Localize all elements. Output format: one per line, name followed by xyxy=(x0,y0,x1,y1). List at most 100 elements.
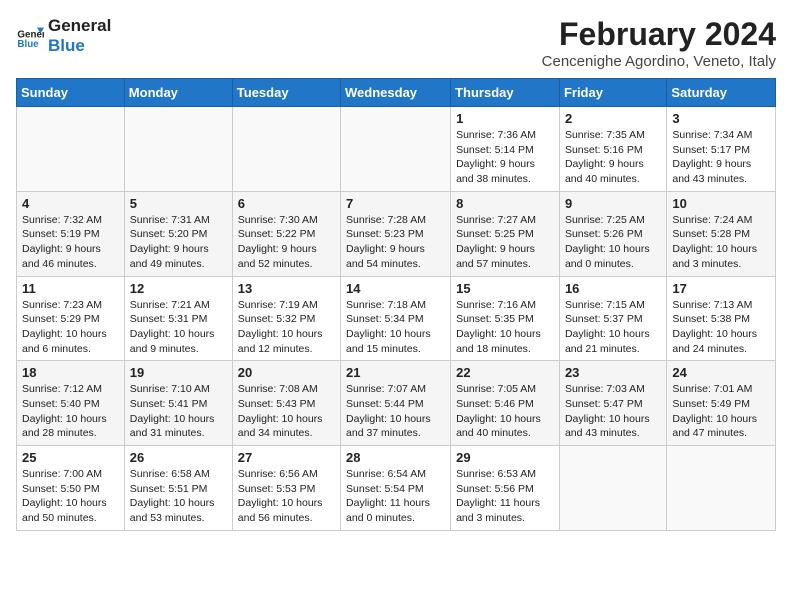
day-info: Sunrise: 7:13 AM Sunset: 5:38 PM Dayligh… xyxy=(672,298,770,357)
week-row-0: 1Sunrise: 7:36 AM Sunset: 5:14 PM Daylig… xyxy=(17,107,776,192)
day-number: 25 xyxy=(22,450,119,465)
calendar-table: SundayMondayTuesdayWednesdayThursdayFrid… xyxy=(16,78,776,531)
calendar-cell: 16 Sunrise: 7:15 AM Sunset: 5:37 PM Dayli… xyxy=(559,276,666,361)
calendar-cell: 11 Sunrise: 7:23 AM Sunset: 5:29 PM Dayli… xyxy=(17,276,125,361)
weekday-header-saturday: Saturday xyxy=(667,79,776,107)
calendar-cell: 27 Sunrise: 6:56 AM Sunset: 5:53 PM Dayli… xyxy=(232,446,340,531)
day-info: Sunrise: 7:31 AM Sunset: 5:20 PM Dayligh… xyxy=(130,213,227,272)
day-info: Sunrise: 6:54 AM Sunset: 5:54 PM Dayligh… xyxy=(346,467,445,526)
day-info: Sunrise: 7:19 AM Sunset: 5:32 PM Dayligh… xyxy=(238,298,335,357)
calendar-cell: 5Sunrise: 7:31 AM Sunset: 5:20 PM Daylig… xyxy=(124,191,232,276)
day-number: 18 xyxy=(22,365,119,380)
day-info: Sunrise: 7:21 AM Sunset: 5:31 PM Dayligh… xyxy=(130,298,227,357)
weekday-header-row: SundayMondayTuesdayWednesdayThursdayFrid… xyxy=(17,79,776,107)
calendar-cell: 26 Sunrise: 6:58 AM Sunset: 5:51 PM Dayli… xyxy=(124,446,232,531)
day-number: 10 xyxy=(672,196,770,211)
day-number: 29 xyxy=(456,450,554,465)
month-title: February 2024 xyxy=(542,16,776,53)
day-info: Sunrise: 7:27 AM Sunset: 5:25 PM Dayligh… xyxy=(456,213,554,272)
day-info: Sunrise: 7:07 AM Sunset: 5:44 PM Dayligh… xyxy=(346,382,445,441)
day-number: 14 xyxy=(346,281,445,296)
day-info: Sunrise: 7:28 AM Sunset: 5:23 PM Dayligh… xyxy=(346,213,445,272)
title-area: February 2024 Cencenighe Agordino, Venet… xyxy=(542,16,776,70)
day-info: Sunrise: 6:58 AM Sunset: 5:51 PM Dayligh… xyxy=(130,467,227,526)
calendar-cell xyxy=(341,107,451,192)
calendar-cell: 12Sunrise: 7:21 AM Sunset: 5:31 PM Dayli… xyxy=(124,276,232,361)
calendar-cell xyxy=(17,107,125,192)
day-number: 3 xyxy=(672,111,770,126)
weekday-header-friday: Friday xyxy=(559,79,666,107)
calendar-cell: 1Sunrise: 7:36 AM Sunset: 5:14 PM Daylig… xyxy=(451,107,560,192)
calendar-cell xyxy=(667,446,776,531)
day-number: 21 xyxy=(346,365,445,380)
day-info: Sunrise: 7:30 AM Sunset: 5:22 PM Dayligh… xyxy=(238,213,335,272)
day-info: Sunrise: 7:32 AM Sunset: 5:19 PM Dayligh… xyxy=(22,213,119,272)
day-number: 9 xyxy=(565,196,661,211)
day-info: Sunrise: 7:03 AM Sunset: 5:47 PM Dayligh… xyxy=(565,382,661,441)
calendar-cell: 9 Sunrise: 7:25 AM Sunset: 5:26 PM Daylig… xyxy=(559,191,666,276)
weekday-header-thursday: Thursday xyxy=(451,79,560,107)
weekday-header-tuesday: Tuesday xyxy=(232,79,340,107)
day-number: 19 xyxy=(130,365,227,380)
logo-text-blue: Blue xyxy=(48,36,111,56)
day-number: 11 xyxy=(22,281,119,296)
day-number: 17 xyxy=(672,281,770,296)
day-number: 28 xyxy=(346,450,445,465)
calendar-cell: 19 Sunrise: 7:10 AM Sunset: 5:41 PM Dayli… xyxy=(124,361,232,446)
calendar-cell: 2 Sunrise: 7:35 AM Sunset: 5:16 PM Daylig… xyxy=(559,107,666,192)
weekday-header-wednesday: Wednesday xyxy=(341,79,451,107)
day-info: Sunrise: 7:25 AM Sunset: 5:26 PM Dayligh… xyxy=(565,213,661,272)
logo-icon: General Blue xyxy=(16,22,44,50)
logo-text-general: General xyxy=(48,16,111,36)
day-info: Sunrise: 7:23 AM Sunset: 5:29 PM Dayligh… xyxy=(22,298,119,357)
calendar-cell: 13 Sunrise: 7:19 AM Sunset: 5:32 PM Dayli… xyxy=(232,276,340,361)
day-info: Sunrise: 7:00 AM Sunset: 5:50 PM Dayligh… xyxy=(22,467,119,526)
day-info: Sunrise: 7:08 AM Sunset: 5:43 PM Dayligh… xyxy=(238,382,335,441)
calendar-cell: 21 Sunrise: 7:07 AM Sunset: 5:44 PM Dayli… xyxy=(341,361,451,446)
day-info: Sunrise: 7:35 AM Sunset: 5:16 PM Dayligh… xyxy=(565,128,661,187)
calendar-cell: 8 Sunrise: 7:27 AM Sunset: 5:25 PM Daylig… xyxy=(451,191,560,276)
week-row-2: 11 Sunrise: 7:23 AM Sunset: 5:29 PM Dayli… xyxy=(17,276,776,361)
calendar-cell: 6 Sunrise: 7:30 AM Sunset: 5:22 PM Daylig… xyxy=(232,191,340,276)
day-number: 6 xyxy=(238,196,335,211)
location: Cencenighe Agordino, Veneto, Italy xyxy=(542,53,776,70)
day-number: 8 xyxy=(456,196,554,211)
day-number: 2 xyxy=(565,111,661,126)
day-info: Sunrise: 7:15 AM Sunset: 5:37 PM Dayligh… xyxy=(565,298,661,357)
calendar-cell: 29Sunrise: 6:53 AM Sunset: 5:56 PM Dayli… xyxy=(451,446,560,531)
weekday-header-sunday: Sunday xyxy=(17,79,125,107)
day-number: 24 xyxy=(672,365,770,380)
calendar-cell: 20 Sunrise: 7:08 AM Sunset: 5:43 PM Dayli… xyxy=(232,361,340,446)
day-number: 23 xyxy=(565,365,661,380)
week-row-1: 4 Sunrise: 7:32 AM Sunset: 5:19 PM Daylig… xyxy=(17,191,776,276)
calendar-cell: 10Sunrise: 7:24 AM Sunset: 5:28 PM Dayli… xyxy=(667,191,776,276)
calendar-cell: 14 Sunrise: 7:18 AM Sunset: 5:34 PM Dayli… xyxy=(341,276,451,361)
day-info: Sunrise: 7:10 AM Sunset: 5:41 PM Dayligh… xyxy=(130,382,227,441)
day-number: 15 xyxy=(456,281,554,296)
day-info: Sunrise: 7:01 AM Sunset: 5:49 PM Dayligh… xyxy=(672,382,770,441)
day-number: 27 xyxy=(238,450,335,465)
day-info: Sunrise: 7:34 AM Sunset: 5:17 PM Dayligh… xyxy=(672,128,770,187)
calendar-cell xyxy=(124,107,232,192)
day-number: 26 xyxy=(130,450,227,465)
day-number: 16 xyxy=(565,281,661,296)
svg-text:Blue: Blue xyxy=(17,40,39,51)
calendar-cell: 22Sunrise: 7:05 AM Sunset: 5:46 PM Dayli… xyxy=(451,361,560,446)
day-info: Sunrise: 7:05 AM Sunset: 5:46 PM Dayligh… xyxy=(456,382,554,441)
day-info: Sunrise: 6:56 AM Sunset: 5:53 PM Dayligh… xyxy=(238,467,335,526)
day-number: 7 xyxy=(346,196,445,211)
week-row-3: 18 Sunrise: 7:12 AM Sunset: 5:40 PM Dayli… xyxy=(17,361,776,446)
day-info: Sunrise: 7:18 AM Sunset: 5:34 PM Dayligh… xyxy=(346,298,445,357)
calendar-cell xyxy=(232,107,340,192)
logo: General Blue General Blue xyxy=(16,16,111,57)
day-number: 13 xyxy=(238,281,335,296)
day-info: Sunrise: 7:12 AM Sunset: 5:40 PM Dayligh… xyxy=(22,382,119,441)
calendar-cell: 25 Sunrise: 7:00 AM Sunset: 5:50 PM Dayli… xyxy=(17,446,125,531)
week-row-4: 25 Sunrise: 7:00 AM Sunset: 5:50 PM Dayli… xyxy=(17,446,776,531)
day-number: 4 xyxy=(22,196,119,211)
day-info: Sunrise: 7:16 AM Sunset: 5:35 PM Dayligh… xyxy=(456,298,554,357)
weekday-header-monday: Monday xyxy=(124,79,232,107)
calendar-cell: 17 Sunrise: 7:13 AM Sunset: 5:38 PM Dayli… xyxy=(667,276,776,361)
day-number: 20 xyxy=(238,365,335,380)
calendar-cell: 4 Sunrise: 7:32 AM Sunset: 5:19 PM Daylig… xyxy=(17,191,125,276)
